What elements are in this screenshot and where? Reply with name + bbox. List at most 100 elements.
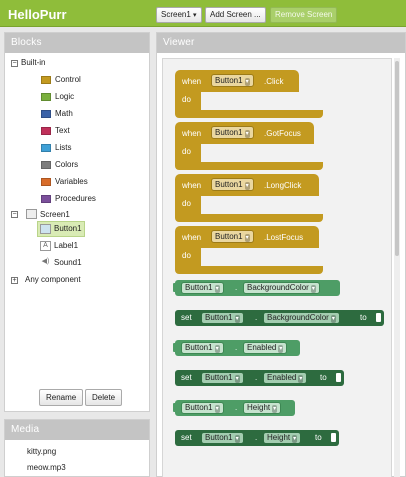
component-dropdown[interactable]: Button1 ▾ [201, 432, 244, 444]
chevron-down-icon: ▾ [244, 234, 250, 242]
blocks-panel: Blocks − Built-in Control Logic Math Text Li… [4, 32, 150, 412]
drawer-math[interactable]: Math [55, 107, 73, 121]
scrollbar-thumb[interactable] [395, 61, 399, 256]
viewer-header: Viewer [157, 33, 405, 53]
component-dropdown-label: Button1 [215, 128, 243, 137]
add-screen-button[interactable]: Add Screen ... [205, 7, 266, 23]
component-dropdown[interactable]: Button1 ▾ [211, 230, 254, 243]
drawer-procedures[interactable]: Procedures [55, 192, 96, 206]
screen-dropdown[interactable]: Screen1 ▾ [156, 7, 202, 23]
component-dropdown[interactable]: Button1 ▾ [201, 312, 244, 324]
property-dropdown[interactable]: Height ▾ [243, 402, 282, 414]
drawer-color-icon [41, 195, 51, 203]
setter-block-height[interactable]: set Button1 ▾. Height ▾ to [175, 430, 339, 446]
property-dropdown[interactable]: BackgroundColor ▾ [243, 282, 320, 294]
expand-any-component-icon[interactable]: + [11, 277, 18, 284]
component-dropdown[interactable]: Button1 ▾ [181, 402, 224, 414]
dot-separator: . [235, 343, 238, 352]
event-block-gotfocus[interactable]: when Button1 ▾ .GotFocus do [175, 122, 325, 170]
remove-screen-button[interactable]: Remove Screen [270, 7, 338, 23]
component-dropdown[interactable]: Button1 ▾ [211, 178, 254, 191]
event-footer [175, 214, 323, 222]
chevron-down-icon: ▾ [214, 285, 220, 293]
to-keyword: to [315, 433, 322, 442]
any-component-label[interactable]: Any component [25, 273, 81, 287]
collapse-builtin-icon[interactable]: − [11, 60, 18, 67]
component-dropdown[interactable]: Button1 ▾ [211, 74, 254, 87]
chevron-down-icon: ▾ [214, 345, 220, 353]
do-keyword: do [182, 199, 191, 208]
component-dropdown-label: Button1 [215, 232, 243, 241]
getter-block-backgroundcolor[interactable]: Button1 ▾. BackgroundColor ▾ [173, 280, 340, 296]
component-sound1[interactable]: Sound1 [54, 256, 82, 270]
label-component-icon: A [40, 241, 51, 251]
output-connector [173, 283, 177, 292]
property-dropdown[interactable]: BackgroundColor ▾ [263, 312, 340, 324]
dot-separator: . [235, 403, 238, 412]
set-keyword: set [181, 433, 192, 442]
do-slot [201, 92, 321, 110]
drawer-colors[interactable]: Colors [55, 158, 78, 172]
property-dropdown[interactable]: Height ▾ [263, 432, 302, 444]
event-footer [175, 110, 323, 118]
event-block-click[interactable]: when Button1 ▾ .Click do [175, 70, 325, 118]
dot-separator: . [255, 433, 258, 442]
delete-button[interactable]: Delete [85, 389, 123, 406]
component-dropdown[interactable]: Button1 ▾ [201, 372, 244, 384]
drawer-color-icon [41, 144, 51, 152]
component-dropdown-label: Button1 [205, 433, 233, 442]
drawer-text[interactable]: Text [55, 124, 70, 138]
input-socket [336, 373, 341, 382]
chevron-down-icon: ▾ [244, 78, 250, 86]
to-keyword: to [360, 313, 367, 322]
builtin-label: Built-in [21, 58, 46, 67]
chevron-down-icon: ▾ [310, 285, 316, 293]
event-block-longclick[interactable]: when Button1 ▾ .LongClick do [175, 174, 325, 222]
component-dropdown[interactable]: Button1 ▾ [181, 282, 224, 294]
workspace-scrollbar[interactable] [394, 58, 400, 477]
screen-icon [26, 209, 37, 219]
property-dropdown-label: Height [247, 403, 271, 412]
drawer-lists[interactable]: Lists [55, 141, 71, 155]
property-dropdown-label: Enabled [267, 373, 297, 382]
do-slot [201, 248, 321, 266]
component-dropdown-label: Button1 [205, 373, 233, 382]
event-footer [175, 162, 323, 170]
setter-block-enabled[interactable]: set Button1 ▾. Enabled ▾ to [175, 370, 344, 386]
getter-block-enabled[interactable]: Button1 ▾. Enabled ▾ [173, 340, 300, 356]
blocks-workspace[interactable]: when Button1 ▾ .Click do when Button1 ▾ .GotFocu… [162, 58, 392, 477]
event-footer [175, 266, 323, 274]
drawer-variables[interactable]: Variables [55, 175, 88, 189]
media-item-kitty[interactable]: kitty.png [27, 447, 56, 456]
input-socket [376, 313, 381, 322]
drawer-control[interactable]: Control [55, 73, 81, 87]
property-dropdown-label: Enabled [247, 343, 277, 352]
output-connector [173, 343, 177, 352]
media-item-meow[interactable]: meow.mp3 [27, 463, 66, 472]
component-dropdown[interactable]: Button1 ▾ [211, 126, 254, 139]
collapse-screen1-icon[interactable]: − [11, 211, 18, 218]
screen1-label[interactable]: Screen1 [40, 208, 70, 222]
getter-block-height[interactable]: Button1 ▾. Height ▾ [173, 400, 295, 416]
drawer-logic[interactable]: Logic [55, 90, 74, 104]
setter-block-backgroundcolor[interactable]: set Button1 ▾. BackgroundColor ▾ to [175, 310, 384, 326]
component-button1[interactable]: Button1 [54, 222, 82, 236]
screen-dropdown-label: Screen1 [161, 10, 191, 19]
when-keyword: when [182, 129, 202, 138]
dot-separator: . [255, 313, 258, 322]
property-dropdown-label: BackgroundColor [247, 283, 309, 292]
rename-button[interactable]: Rename [39, 389, 84, 406]
event-block-lostfocus[interactable]: when Button1 ▾ .LostFocus do [175, 226, 325, 274]
component-label1[interactable]: Label1 [54, 239, 78, 253]
drawer-color-icon [41, 127, 51, 135]
speaker-icon: ◀) [41, 258, 50, 265]
property-dropdown[interactable]: Enabled ▾ [243, 342, 288, 354]
do-keyword: do [182, 95, 191, 104]
component-dropdown-label: Button1 [185, 343, 213, 352]
property-dropdown-label: BackgroundColor [267, 313, 329, 322]
set-keyword: set [181, 313, 192, 322]
property-dropdown[interactable]: Enabled ▾ [263, 372, 308, 384]
chevron-down-icon: ▾ [330, 315, 336, 323]
event-name: .GotFocus [264, 129, 301, 138]
component-dropdown[interactable]: Button1 ▾ [181, 342, 224, 354]
